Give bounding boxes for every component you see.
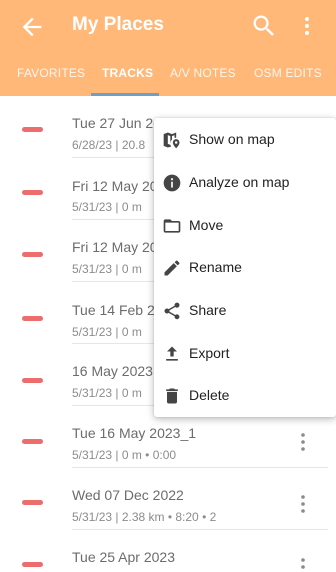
top-bar: My Places xyxy=(0,0,336,54)
map-marker-icon xyxy=(163,132,180,149)
more-vert-icon[interactable] xyxy=(296,431,310,453)
menu-item-move[interactable]: Move xyxy=(154,205,336,247)
track-line-icon xyxy=(22,562,43,567)
track-title: Tue 25 Apr 2023 xyxy=(72,549,176,565)
track-line-icon xyxy=(22,252,43,257)
my-places-screen: My Places FAVORITES TRACKS A/V NOTES OSM… xyxy=(0,0,336,572)
menu-item-delete[interactable]: Delete xyxy=(154,375,336,417)
menu-item-export[interactable]: Export xyxy=(154,333,336,375)
menu-item-rename[interactable]: Rename xyxy=(154,247,336,289)
menu-label: Show on map xyxy=(189,131,275,147)
menu-item-show-on-map[interactable]: Show on map xyxy=(154,119,336,161)
back-arrow-icon xyxy=(22,17,42,37)
overflow-menu-button[interactable] xyxy=(295,12,319,40)
menu-label: Export xyxy=(189,345,230,361)
trash-icon xyxy=(166,388,178,404)
track-details: 5/31/23 | 2.38 km • 8:20 • 2 xyxy=(72,510,217,524)
track-row[interactable]: Wed 07 Dec 2022 5/31/23 | 2.38 km • 8:20… xyxy=(0,468,336,530)
menu-item-share[interactable]: Share xyxy=(154,290,336,332)
menu-label: Delete xyxy=(189,387,230,403)
share-icon xyxy=(164,302,180,320)
track-line-icon xyxy=(22,439,43,444)
track-row[interactable]: Tue 25 Apr 2023 xyxy=(0,530,336,572)
menu-label: Move xyxy=(189,217,224,233)
track-line-icon xyxy=(22,500,43,505)
track-details: 5/31/23 | 0 m • 0:00 xyxy=(72,448,177,462)
track-context-menu: Show on map Analyze on map Move Rename S… xyxy=(154,118,336,417)
track-line-icon xyxy=(22,316,43,321)
search-button[interactable] xyxy=(250,12,278,40)
menu-label: Analyze on map xyxy=(189,174,290,190)
app-bar: My Places FAVORITES TRACKS A/V NOTES OSM… xyxy=(0,0,336,96)
tab-favorites[interactable]: FAVORITES xyxy=(17,66,85,80)
tab-bar: FAVORITES TRACKS A/V NOTES OSM EDITS xyxy=(0,58,336,96)
track-line-icon xyxy=(22,127,43,132)
more-vert-icon[interactable] xyxy=(296,556,310,572)
track-details: 6/28/23 | 20.8 xyxy=(72,138,146,152)
track-title: Tue 16 May 2023_1 xyxy=(72,425,197,441)
menu-item-analyze-on-map[interactable]: Analyze on map xyxy=(154,162,336,204)
track-title: 16 May 2023 xyxy=(72,363,153,379)
tab-av-notes[interactable]: A/V NOTES xyxy=(170,66,236,80)
pencil-icon xyxy=(164,260,180,276)
menu-label: Share xyxy=(189,302,227,318)
track-title: Wed 07 Dec 2022 xyxy=(72,487,184,503)
track-details: 5/31/23 | 0 m xyxy=(72,325,142,339)
track-line-icon xyxy=(22,190,43,195)
tab-osm-edits[interactable]: OSM EDITS xyxy=(254,66,322,80)
track-details: 5/31/23 | 0 m xyxy=(72,200,142,214)
track-details: 5/31/23 | 0 m xyxy=(72,386,142,400)
folder-icon xyxy=(163,219,181,233)
track-details: 5/31/23 | 0 m xyxy=(72,262,142,276)
menu-label: Rename xyxy=(189,259,242,275)
info-icon xyxy=(163,174,181,192)
back-button[interactable] xyxy=(18,13,46,41)
search-icon xyxy=(253,15,274,36)
page-title: My Places xyxy=(72,14,164,35)
tab-tracks[interactable]: TRACKS xyxy=(102,66,153,80)
export-icon xyxy=(166,346,178,361)
more-vert-icon xyxy=(305,17,309,35)
track-line-icon xyxy=(22,378,43,383)
more-vert-icon[interactable] xyxy=(296,493,310,515)
